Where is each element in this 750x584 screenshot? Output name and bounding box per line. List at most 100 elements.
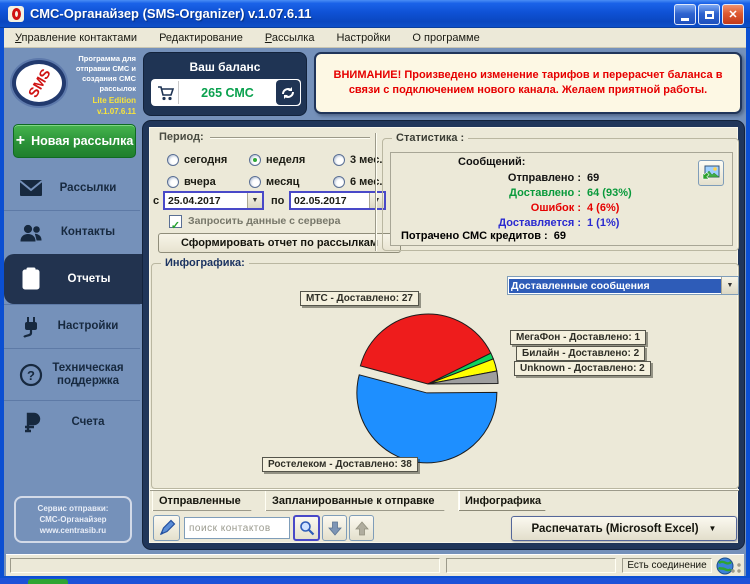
pie-label-rostelecom: Ростелеком - Доставлено: 38	[262, 457, 418, 472]
connection-status: Есть соединение	[622, 558, 712, 573]
radio-icon	[167, 176, 179, 188]
notice-text: ВНИМАНИЕ! Произведено изменение тарифов …	[333, 69, 723, 96]
clipboard-icon	[16, 267, 46, 291]
ruble-icon	[16, 411, 46, 435]
tab-sent[interactable]: Отправленные	[152, 491, 264, 511]
pie-label-megafon: МегаФон - Доставлено: 1	[510, 330, 647, 345]
radio-icon	[167, 154, 179, 166]
balance-panel: Ваш баланс 265 СМС	[143, 52, 307, 116]
date-to-picker[interactable]: 02.05.2017 ▼	[289, 191, 386, 210]
pie-label-unknown: Unknown - Доставлено: 2	[514, 361, 651, 376]
server-data-label: Запросить данные с сервера	[188, 215, 341, 227]
refresh-icon	[282, 86, 294, 99]
resize-grip[interactable]	[730, 562, 742, 574]
radio-icon	[333, 154, 345, 166]
picture-icon	[702, 165, 720, 180]
app-icon	[8, 5, 24, 22]
title-bar[interactable]: СМС-Органайзер (SMS-Organizer) v.1.07.6.…	[0, 0, 750, 28]
status-panel	[446, 558, 616, 573]
chart-type-select[interactable]: Доставленные сообщения ▼	[507, 276, 739, 295]
date-from-picker[interactable]: 25.04.2017 ▼	[163, 191, 264, 210]
sidebar-nav: Рассылки Контакты Отчеты Настройки ? Тех…	[4, 166, 142, 444]
sidebar-item-contacts[interactable]: Контакты	[4, 210, 140, 254]
radio-today[interactable]: сегодня	[167, 154, 227, 166]
server-data-checkbox[interactable]	[169, 215, 182, 228]
plug-icon	[16, 316, 46, 338]
move-down-button[interactable]	[322, 515, 347, 541]
section-divider	[375, 133, 377, 251]
tab-scheduled[interactable]: Запланированные к отправке	[265, 491, 457, 511]
service-footer: Сервис отправки: СМС-Органайзер www.cent…	[14, 496, 132, 543]
app-window: СМС-Органайзер (SMS-Organizer) v.1.07.6.…	[0, 0, 750, 584]
messages-header: Сообщений:	[458, 156, 526, 168]
date-from-value: 25.04.2017	[168, 194, 221, 207]
stat-delivered: Доставлено :64 (93%)	[509, 186, 632, 199]
sms-logo-text: SMS	[24, 65, 54, 101]
window-title: СМС-Органайзер (SMS-Organizer) v.1.07.6.…	[30, 6, 312, 21]
radio-yesterday[interactable]: вчера	[167, 176, 216, 188]
sidebar-item-support[interactable]: ? Техническая поддержка	[4, 348, 140, 400]
print-excel-button[interactable]: Распечатать (Microsoft Excel) ▼	[511, 516, 737, 541]
period-divider	[210, 137, 370, 139]
radio-week[interactable]: неделя	[249, 154, 305, 166]
chevron-down-icon: ▼	[708, 524, 717, 533]
menu-item-about[interactable]: О программе	[401, 32, 490, 44]
refresh-balance-button[interactable]	[276, 80, 300, 105]
menu-item-mailing[interactable]: Рассылка	[254, 32, 326, 44]
radio-icon	[249, 154, 261, 166]
svg-text:?: ?	[27, 368, 35, 383]
radio-icon	[249, 176, 261, 188]
sidebar-item-mailings[interactable]: Рассылки	[4, 166, 140, 210]
menu-bar: Управление контактами Редактирование Рас…	[4, 28, 746, 48]
balance-value: 265 СМС	[201, 85, 254, 100]
search-button[interactable]	[293, 515, 320, 541]
statistics-group: Статистика : Сообщений: Отправлено :69 Д…	[382, 132, 739, 251]
stat-delivering: Доставляется :1 (1%)	[498, 216, 620, 229]
main-panel: Период: сегодня неделя 3 мес. вчера меся…	[142, 120, 745, 550]
plus-icon: +	[15, 132, 26, 149]
pin-button[interactable]	[153, 515, 180, 541]
app-tagline: Программа для отправки СМС и создания СМ…	[75, 54, 136, 93]
close-button[interactable]: ✕	[722, 4, 744, 25]
maximize-icon	[704, 10, 714, 19]
status-bar: Есть соединение	[6, 554, 744, 576]
search-input[interactable]	[184, 517, 290, 539]
export-image-button[interactable]	[698, 160, 724, 186]
minimize-button[interactable]	[674, 4, 696, 25]
sidebar-item-bills[interactable]: Счета	[4, 400, 140, 444]
chart-type-value: Доставленные сообщения	[509, 278, 721, 293]
generate-report-button[interactable]: Сформировать отчет по рассылкам	[158, 233, 401, 253]
sidebar-item-settings[interactable]: Настройки	[4, 304, 140, 348]
maximize-button[interactable]	[698, 4, 720, 25]
statistics-rows: Отправлено :69 Доставлено :64 (93%) Ошиб…	[401, 170, 632, 230]
radio-icon	[333, 176, 345, 188]
menu-item-contacts-management[interactable]: Управление контактами	[4, 32, 148, 44]
start-button-fragment	[28, 579, 68, 584]
pie-slice-4[interactable]	[356, 374, 498, 464]
taskbar-strip	[0, 578, 750, 584]
pie-label-mts: МТС - Доставлено: 27	[300, 291, 419, 306]
move-up-button[interactable]	[349, 515, 374, 541]
statistics-title: Статистика :	[392, 132, 469, 144]
tab-strip-line	[150, 489, 739, 491]
radio-month[interactable]: месяц	[249, 176, 299, 188]
envelope-icon	[16, 178, 46, 198]
cart-icon	[157, 85, 174, 100]
close-icon: ✕	[728, 9, 738, 21]
tab-infographic[interactable]: Инфографика	[458, 491, 558, 511]
credits-spent-row: Потрачено СМС кредитов : 69	[401, 230, 566, 242]
date-to-value: 02.05.2017	[294, 194, 347, 207]
chevron-down-icon[interactable]: ▼	[721, 277, 738, 294]
new-mailing-label: Новая рассылка	[31, 134, 134, 148]
stat-sent: Отправлено :69	[507, 171, 600, 184]
chevron-down-icon[interactable]: ▼	[247, 193, 262, 208]
menu-item-editing[interactable]: Редактирование	[148, 32, 254, 44]
minimize-icon	[681, 17, 689, 21]
logo-block: SMS Программа для отправки СМС и создани…	[4, 52, 140, 124]
buy-credits-button[interactable]	[153, 81, 179, 104]
date-to-label: по	[271, 195, 285, 207]
pie-chart	[356, 313, 499, 464]
menu-item-settings[interactable]: Настройки	[325, 32, 401, 44]
sidebar-item-reports[interactable]: Отчеты	[4, 254, 142, 304]
new-mailing-button[interactable]: + Новая рассылка	[13, 124, 136, 158]
